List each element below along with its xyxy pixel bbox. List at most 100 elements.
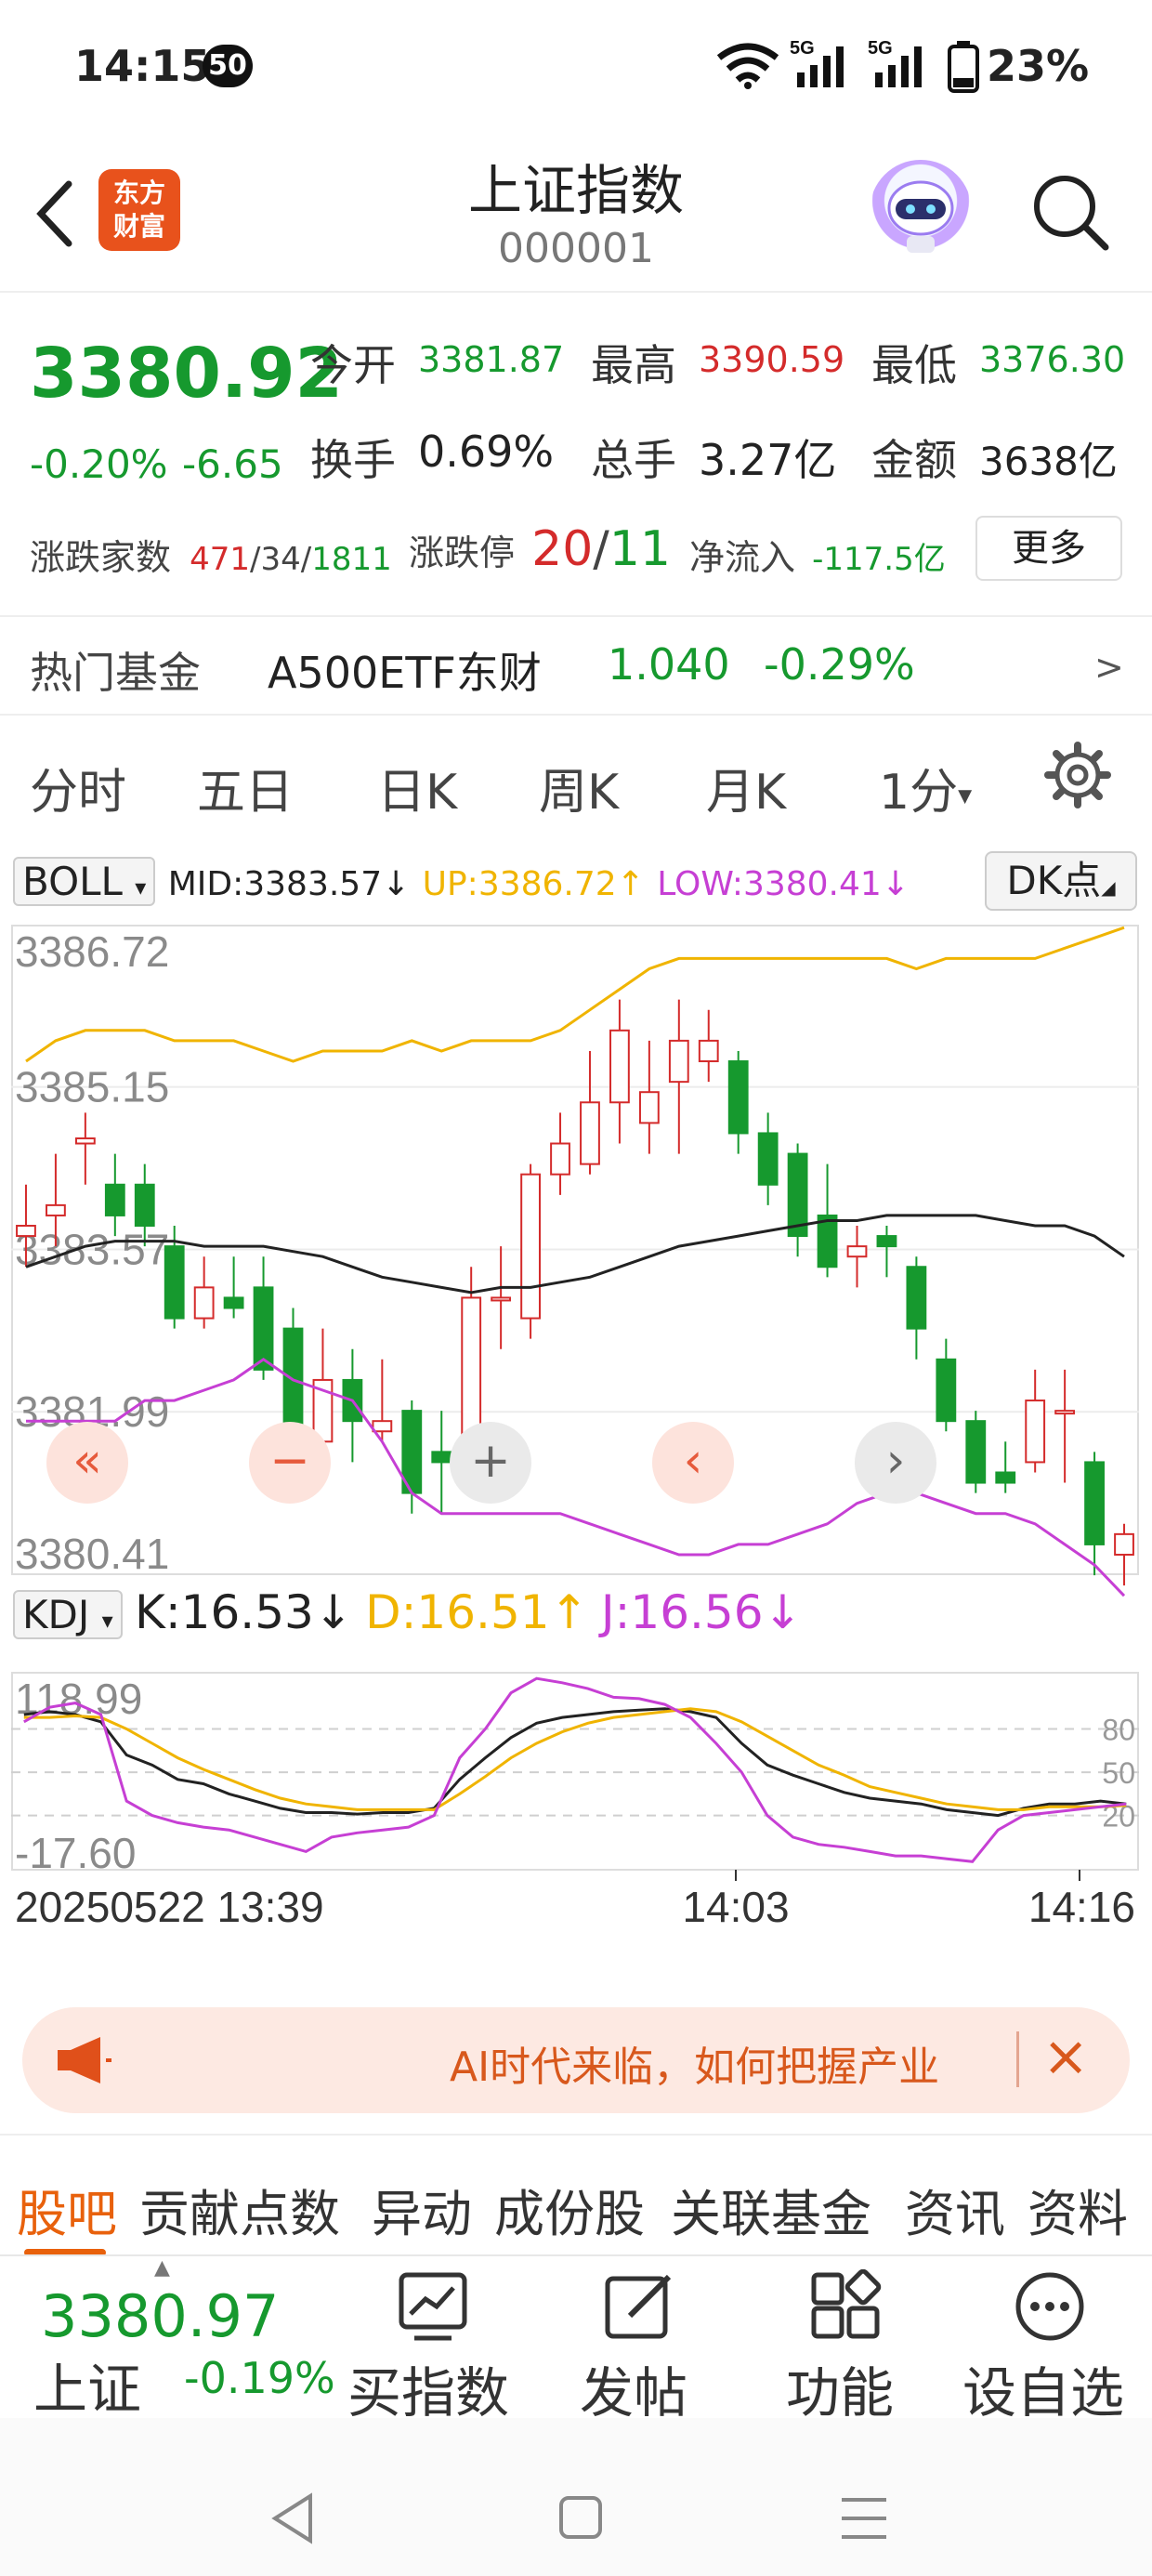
cell-signal-2-icon: 5G [868, 38, 922, 87]
open-value: 3381.87 [418, 339, 565, 380]
system-nav-bar [0, 2418, 1152, 2576]
tab-constituents[interactable]: 成份股 [494, 2173, 645, 2246]
tab-monthly-k[interactable]: 月K [706, 753, 786, 822]
hot-fund-price: 1.040 [608, 639, 730, 690]
promo-banner[interactable]: AI时代来临，如何把握产业 × [22, 2007, 1130, 2113]
candle-up [74, 1137, 96, 1145]
dk-point-button[interactable]: DK点◢ [985, 851, 1137, 911]
tab-guba[interactable]: 股吧 [17, 2173, 117, 2246]
candle-up [520, 1173, 541, 1320]
nav-back-icon[interactable] [269, 2492, 316, 2544]
battery-percent: 23% [987, 41, 1090, 91]
dk-corner-icon: ◢ [1101, 876, 1116, 899]
edit-icon [605, 2274, 672, 2339]
candle-down [431, 1451, 452, 1464]
kline-y-tick-label: 3383.57 [15, 1225, 169, 1273]
kline-y-tick-label: 3385.15 [15, 1063, 169, 1111]
kdj-j: J:16.56↓ [600, 1585, 803, 1639]
tab-five-day[interactable]: 五日 [197, 753, 294, 822]
low-value: 3376.30 [979, 339, 1126, 380]
boll-mid: MID:3383.57↓ [167, 865, 411, 903]
boll-upper-line [25, 926, 1125, 1063]
candle-up [372, 1420, 393, 1433]
hot-fund-change: -0.29% [764, 639, 915, 690]
status-bar: 14:15 50 5G 5G 23% [0, 0, 1152, 139]
nav-home-icon[interactable] [557, 2494, 604, 2541]
kline-chart[interactable]: 3386.723385.153383.573381.993380.4180502… [11, 922, 1141, 1976]
candle-down [936, 1358, 957, 1423]
turnover-label: 换手 [310, 435, 396, 485]
hot-fund-row[interactable]: 热门基金 A500ETF东财 1.040 -0.29% > [0, 615, 1152, 716]
assistant-robot-icon[interactable] [870, 160, 972, 262]
breadth-down: 1811 [311, 541, 392, 578]
kdj-d-line [23, 1707, 1127, 1811]
candle-down [757, 1132, 779, 1186]
hot-fund-name: A500ETF东财 [268, 648, 542, 698]
zoom-in-button[interactable]: + [450, 1422, 531, 1504]
candle-down [727, 1060, 749, 1135]
boll-dropdown-icon: ▾ [135, 874, 147, 900]
candle-up [668, 1039, 689, 1084]
kdj-left-tick-bottom: -17.60 [15, 1829, 136, 1877]
netflow-row: 净流入 -117.5亿 [689, 529, 946, 580]
tab-weekly-k[interactable]: 周K [539, 753, 619, 822]
tab-news[interactable]: 资讯 [905, 2173, 1005, 2246]
search-icon[interactable] [1026, 167, 1115, 256]
zoom-out-button[interactable]: − [249, 1422, 331, 1504]
amount-value: 3638亿 [979, 439, 1118, 484]
rewind-button[interactable]: « [46, 1422, 128, 1504]
high-value: 3390.59 [699, 339, 845, 380]
boll-mid-line [25, 1214, 1125, 1295]
chart-area[interactable]: BOLL ▾ MID:3383.57↓ UP:3386.72↑ LOW:3380… [0, 842, 1152, 1994]
toolbar-price: 3380.97 [41, 2282, 280, 2350]
candle-down [253, 1286, 274, 1371]
boll-selector[interactable]: BOLL ▾ [13, 857, 156, 906]
tab-contribution[interactable]: 贡献点数 [139, 2173, 340, 2246]
tab-intraday[interactable]: 分时 [30, 753, 126, 822]
current-price: 3380.92 [30, 334, 344, 414]
dropdown-arrow-icon: ▾ [958, 779, 973, 812]
tab-profile[interactable]: 资料 [1028, 2173, 1128, 2246]
kline-y-tick-label: 3386.72 [15, 927, 169, 976]
step-right-button[interactable]: › [855, 1422, 936, 1504]
buy-index-label: 买指数 [347, 2361, 510, 2425]
close-icon[interactable]: × [1042, 2024, 1089, 2089]
hot-fund-arrow-icon: > [1094, 647, 1124, 688]
tab-one-minute[interactable]: 1分▾ [879, 753, 972, 822]
breadth-flat: 34 [260, 541, 301, 578]
more-button[interactable]: 更多 [975, 516, 1122, 581]
candle-up [491, 1296, 512, 1302]
battery-icon [948, 41, 979, 93]
boll-indicator-row: BOLL ▾ MID:3383.57↓ UP:3386.72↑ LOW:3380… [13, 857, 910, 906]
breadth-sep-1: / [250, 541, 261, 578]
tab-daily-k[interactable]: 日K [377, 753, 457, 822]
cell-signal-icon: 5G [790, 38, 844, 87]
notification-badge: 50 [203, 45, 253, 87]
breadth-up: 471 [190, 541, 251, 578]
tab-movement[interactable]: 异动 [372, 2173, 472, 2246]
breadth-label: 涨跌家数 [30, 537, 172, 578]
more-dots-icon [1015, 2272, 1084, 2341]
function-label: 功能 [786, 2361, 895, 2425]
stock-code: 000001 [498, 225, 654, 272]
step-left-button[interactable]: ‹ [652, 1422, 734, 1504]
post-label: 发帖 [580, 2361, 688, 2425]
add-watchlist-label: 设自选 [962, 2361, 1125, 2425]
change-amount: -6.65 [182, 441, 283, 487]
tab-related-funds[interactable]: 关联基金 [671, 2173, 871, 2246]
nav-menu-icon[interactable] [840, 2496, 888, 2541]
kdj-d: D:16.51↑ [365, 1585, 589, 1639]
kdj-selector[interactable]: KDJ ▾ [13, 1590, 123, 1639]
toolbar-index-name: 上证 [33, 2358, 142, 2421]
candle-down [164, 1245, 185, 1320]
candle-up [609, 1029, 630, 1104]
caret-up-icon: ▲ [154, 2256, 170, 2280]
candle-down [1084, 1461, 1105, 1545]
netflow-label: 净流入 [689, 537, 796, 578]
kline-y-tick-label: 3380.41 [15, 1530, 169, 1578]
boll-lower-line [26, 1357, 1126, 1597]
volume-label: 总手 [591, 435, 676, 485]
gear-icon[interactable] [1044, 742, 1111, 808]
kdj-k: K:16.53↓ [135, 1585, 353, 1639]
candle-up [580, 1101, 600, 1165]
